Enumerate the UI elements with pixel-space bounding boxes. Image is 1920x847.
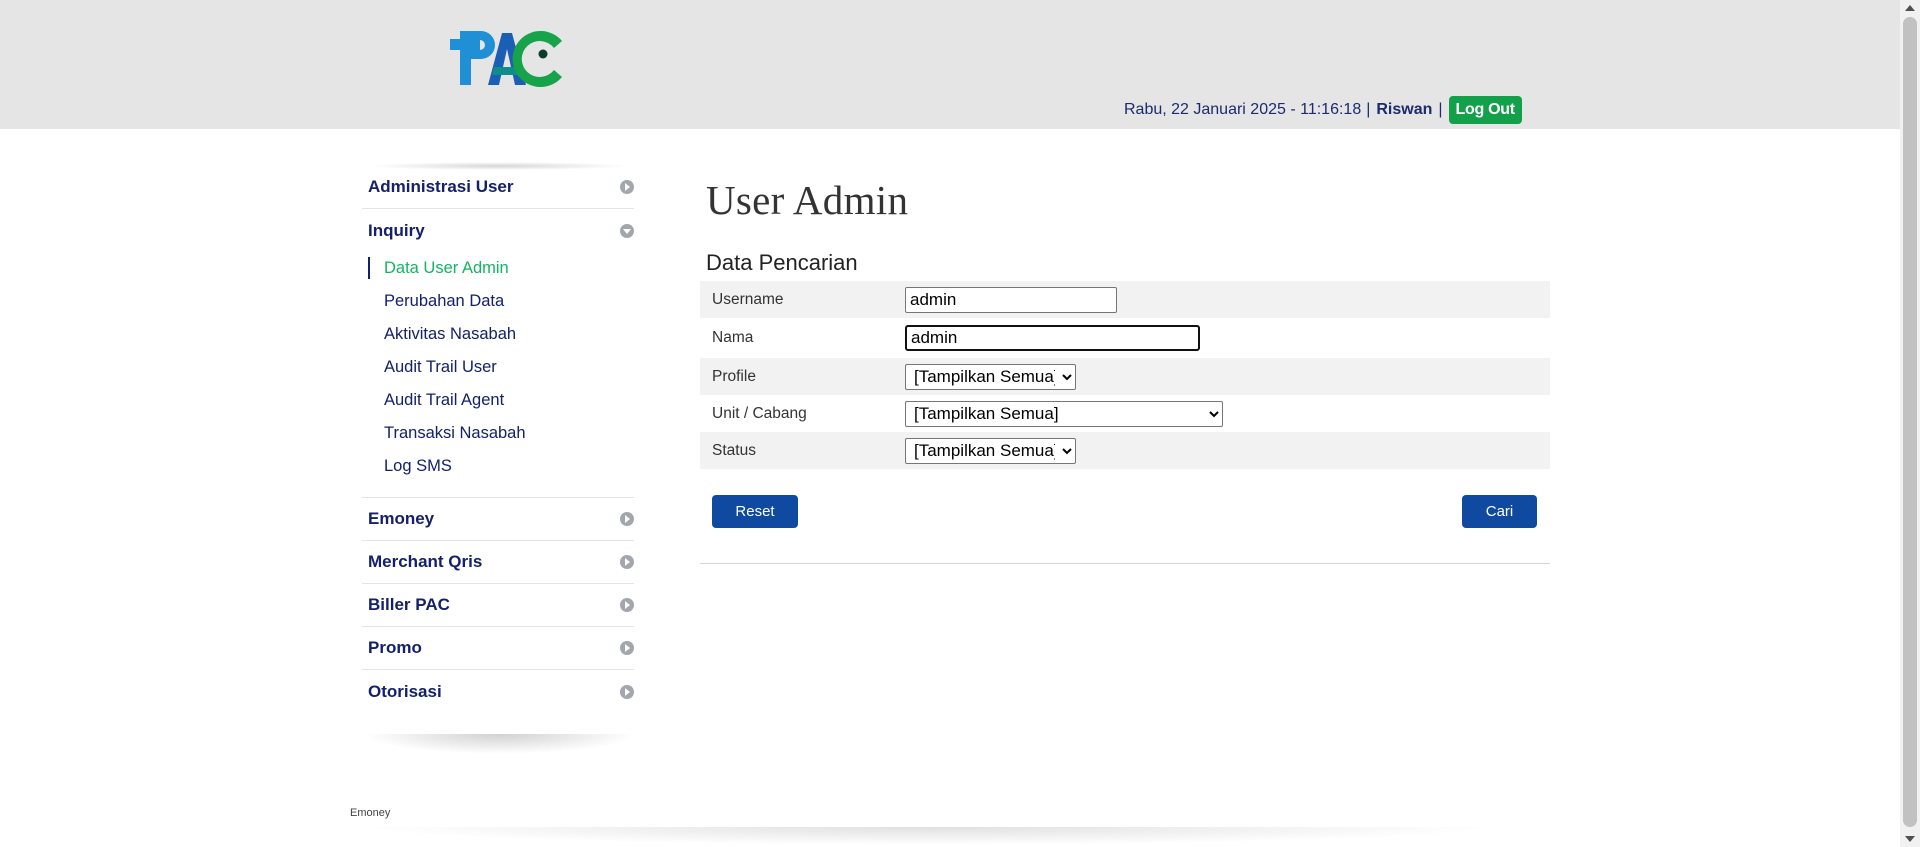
pac-logo[interactable] <box>450 27 564 89</box>
cari-button[interactable]: Cari <box>1462 495 1537 528</box>
sidebar-menu: Administrasi User Inquiry Data User Admi… <box>362 162 634 713</box>
submenu-audit-trail-user[interactable]: Audit Trail User <box>362 351 634 384</box>
menu-label: Emoney <box>368 509 435 528</box>
status-select[interactable]: [Tampilkan Semua] <box>905 437 1076 464</box>
form-row-username: Username <box>700 281 1550 318</box>
chevron-right-icon <box>620 512 634 526</box>
form-row-profile: Profile [Tampilkan Semua] <box>700 358 1550 395</box>
form-row-status: Status [Tampilkan Semua] <box>700 432 1550 469</box>
page-scrollbar[interactable] <box>1900 0 1920 847</box>
profile-select[interactable]: [Tampilkan Semua] <box>905 363 1076 390</box>
menu-promo[interactable]: Promo <box>362 627 634 670</box>
status-label: Status <box>712 441 756 459</box>
submenu-perubahan-data[interactable]: Perubahan Data <box>362 285 634 318</box>
menu-emoney[interactable]: Emoney <box>362 498 634 541</box>
chevron-right-icon <box>620 684 634 699</box>
header-user-info: Rabu, 22 Januari 2025 - 11:16:18 | Riswa… <box>1124 96 1522 124</box>
menu-label: Biller PAC <box>368 595 450 614</box>
scroll-down-icon[interactable] <box>1905 836 1915 842</box>
menu-merchant-qris[interactable]: Merchant Qris <box>362 541 634 584</box>
footer-text: Emoney <box>350 807 391 819</box>
chevron-right-icon <box>620 180 634 194</box>
submenu-transaksi-nasabah[interactable]: Transaksi Nasabah <box>362 417 634 450</box>
sidebar-shadow <box>362 734 637 754</box>
chevron-right-icon <box>620 598 634 612</box>
header-username[interactable]: Riswan <box>1376 101 1432 119</box>
username-label: Username <box>712 290 784 308</box>
menu-label: Merchant Qris <box>368 552 483 571</box>
chevron-down-icon <box>620 223 634 238</box>
divider <box>700 563 1550 564</box>
submenu-log-sms[interactable]: Log SMS <box>362 450 634 483</box>
menu-biller-pac[interactable]: Biller PAC <box>362 584 634 627</box>
scroll-thumb[interactable] <box>1903 17 1917 827</box>
logout-button[interactable]: Log Out <box>1448 96 1522 124</box>
chevron-right-icon <box>620 641 634 655</box>
menu-label: Administrasi User <box>368 177 514 196</box>
nama-input[interactable] <box>905 325 1200 351</box>
chevron-right-icon <box>620 555 634 569</box>
header: Rabu, 22 Januari 2025 - 11:16:18 | Riswa… <box>0 0 1900 129</box>
nama-label: Nama <box>712 329 754 346</box>
header-separator: | <box>1438 101 1443 118</box>
form-row-nama: Nama <box>700 318 1550 358</box>
menu-inquiry[interactable]: Inquiry <box>362 209 634 252</box>
footer-shadow <box>360 827 1500 845</box>
reset-button[interactable]: Reset <box>712 495 798 528</box>
scroll-up-icon[interactable] <box>1905 5 1915 11</box>
section-title: Data Pencarian <box>706 250 858 275</box>
form-row-unit-cabang: Unit / Cabang [Tampilkan Semua] <box>700 395 1550 432</box>
header-separator: | <box>1366 101 1371 118</box>
profile-label: Profile <box>712 367 756 385</box>
unit-cabang-label: Unit / Cabang <box>712 404 807 422</box>
header-datetime: Rabu, 22 Januari 2025 - 11:16:18 <box>1124 101 1362 118</box>
search-form: Username Nama Profile [Tampilkan Semua] … <box>700 281 1550 469</box>
menu-label: Inquiry <box>368 220 425 240</box>
menu-label: Otorisasi <box>368 681 442 701</box>
menu-label: Promo <box>368 638 422 657</box>
submenu-audit-trail-agent[interactable]: Audit Trail Agent <box>362 384 634 417</box>
menu-administrasi-user[interactable]: Administrasi User <box>362 166 634 209</box>
username-input[interactable] <box>905 286 1117 313</box>
unit-cabang-select[interactable]: [Tampilkan Semua] <box>905 400 1223 427</box>
submenu-data-user-admin[interactable]: Data User Admin <box>362 252 634 285</box>
menu-otorisasi[interactable]: Otorisasi <box>362 670 634 713</box>
page-title: User Admin <box>706 177 909 223</box>
submenu-aktivitas-nasabah[interactable]: Aktivitas Nasabah <box>362 318 634 351</box>
inquiry-submenu: Data User Admin Perubahan Data Aktivitas… <box>362 252 634 498</box>
